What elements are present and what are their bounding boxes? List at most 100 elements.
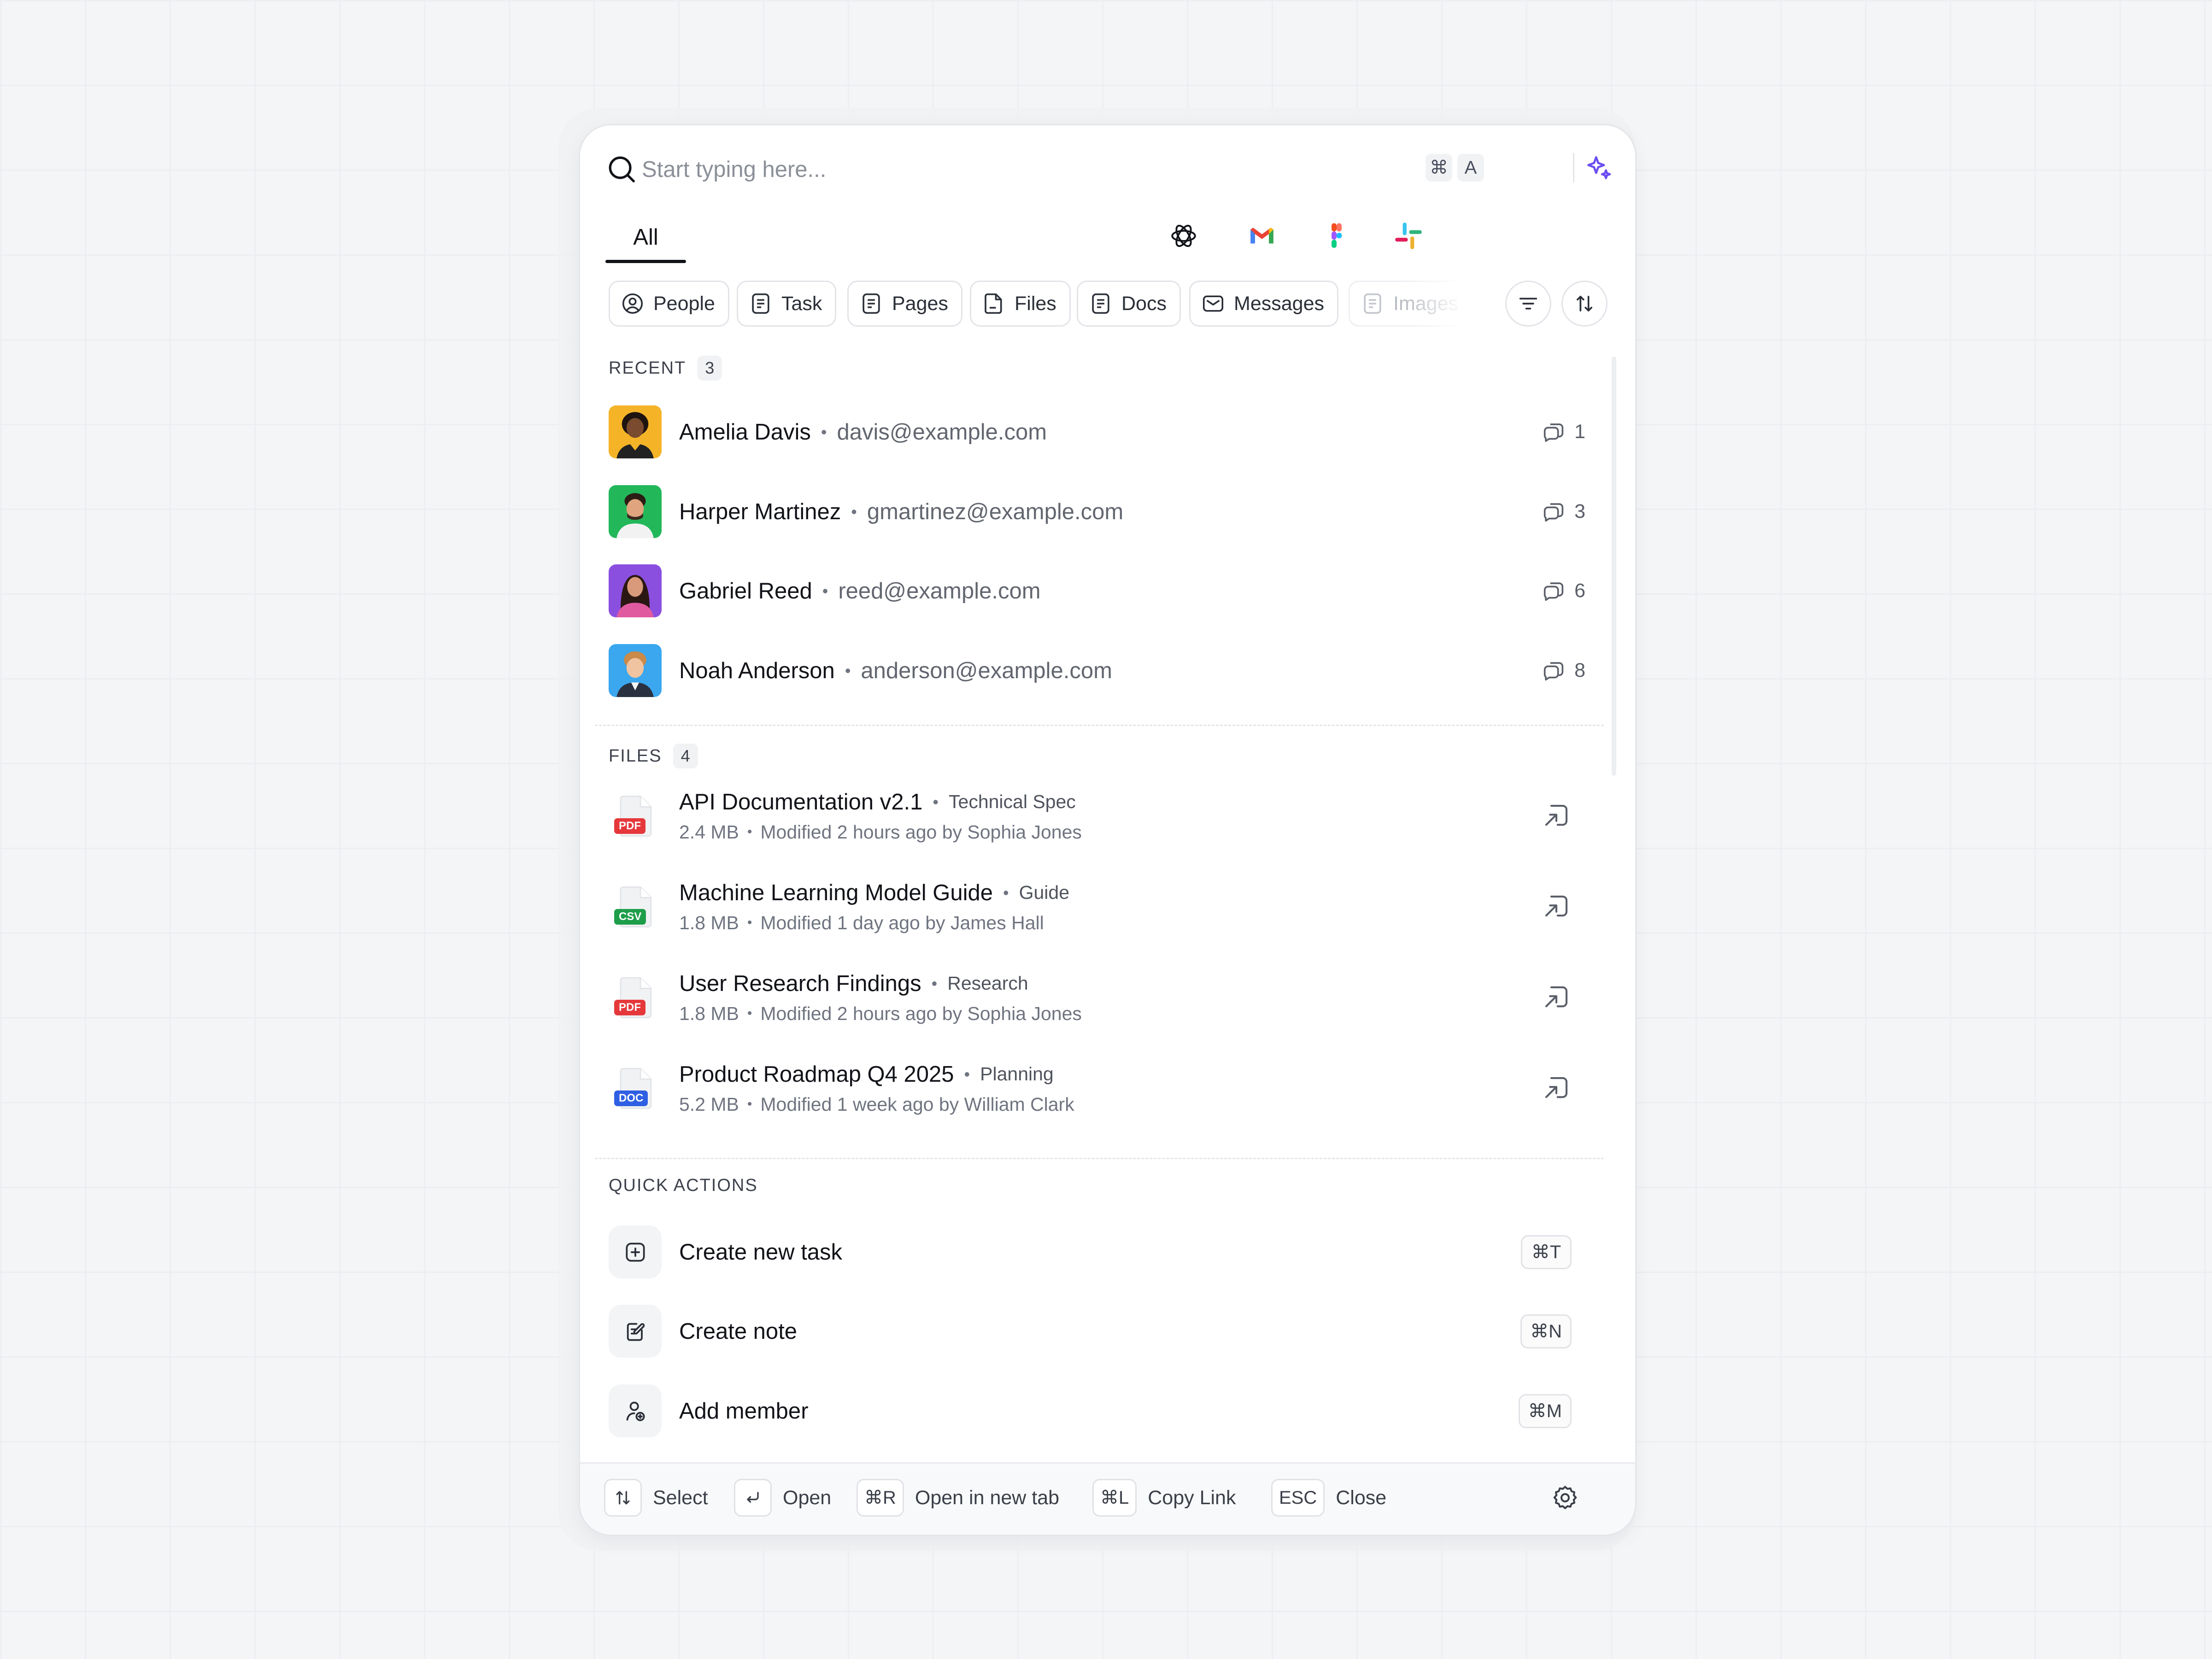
gear-icon[interactable] (1551, 1484, 1579, 1512)
file-icon (985, 293, 1002, 314)
document-icon (1092, 293, 1109, 314)
section-title: RECENT (609, 358, 686, 378)
list-item-person[interactable]: Noah Anderson • anderson@example.com 8 (609, 644, 1585, 697)
quick-action-label: Add member (679, 1398, 809, 1424)
separator-dot: • (822, 581, 828, 600)
file-modified: Modified 2 hours ago by Sophia Jones (760, 821, 1082, 843)
command-palette: ⌘ A All People Task Pages Files Docs Mes… (579, 124, 1637, 1536)
person-name: Harper Martinez (679, 499, 841, 524)
enter-key (734, 1479, 772, 1517)
tab-all[interactable]: All (605, 213, 686, 262)
doc-file-icon: DOC (609, 1062, 662, 1115)
scrollbar[interactable] (1612, 357, 1616, 776)
person-email: gmartinez@example.com (867, 499, 1124, 524)
message-count-value: 6 (1574, 580, 1585, 602)
person-name: Noah Anderson (679, 658, 835, 683)
open-external-icon[interactable] (1541, 801, 1572, 831)
avatar (609, 644, 662, 697)
sort-button[interactable] (1561, 281, 1608, 327)
file-size: 2.4 MB (679, 821, 739, 843)
filter-chip-files[interactable]: Files (970, 281, 1071, 327)
list-item-person[interactable]: Amelia Davis • davis@example.com 1 (609, 405, 1585, 458)
avatar (609, 564, 662, 617)
tab-gmail[interactable] (1244, 217, 1280, 254)
tab-slack[interactable] (1390, 217, 1427, 254)
search-divider (1573, 153, 1574, 182)
message-count-value: 1 (1574, 421, 1585, 443)
filter-label: Task (781, 292, 822, 315)
search-icon (609, 156, 635, 182)
up-down-arrows-icon (616, 1491, 630, 1505)
enter-arrow-icon (747, 1492, 759, 1503)
open-external-icon[interactable] (1541, 891, 1572, 922)
file-type-badge: PDF (614, 818, 645, 834)
figma-icon (1332, 223, 1342, 248)
quick-action-add-member[interactable]: Add member ⌘M (609, 1384, 1585, 1437)
file-modified: Modified 2 hours ago by Sophia Jones (760, 1002, 1082, 1024)
filter-label: People (653, 292, 715, 315)
filter-lines-icon (1519, 298, 1537, 310)
separator-dot: • (747, 824, 752, 839)
quick-action-create-task[interactable]: Create new task ⌘T (609, 1225, 1585, 1278)
filter-chip-task[interactable]: Task (737, 281, 837, 327)
filter-chip-messages[interactable]: Messages (1189, 281, 1338, 327)
active-tab-indicator (605, 260, 686, 263)
chat-bubbles-icon (1543, 662, 1564, 680)
footer-label: Open in new tab (915, 1486, 1060, 1509)
pdf-file-icon: PDF (609, 790, 662, 843)
filter-chip-docs[interactable]: Docs (1077, 281, 1181, 327)
message-count: 1 (1540, 419, 1585, 446)
list-item-file[interactable]: DOC Product Roadmap Q4 2025 • Planning 5… (609, 1054, 1585, 1123)
chat-bubbles-icon (1543, 582, 1564, 601)
filter-chip-pages[interactable]: Pages (847, 281, 962, 327)
up-down-key (604, 1479, 642, 1517)
separator-dot: • (1003, 883, 1009, 902)
gmail-icon (1250, 228, 1273, 244)
list-item-person[interactable]: Harper Martinez • gmartinez@example.com … (609, 485, 1585, 538)
file-size: 1.8 MB (679, 1002, 739, 1024)
separator-dot: • (964, 1064, 970, 1084)
list-item-person[interactable]: Gabriel Reed • reed@example.com 6 (609, 564, 1585, 617)
pdf-file-icon: PDF (609, 971, 662, 1024)
message-count: 6 (1540, 578, 1585, 604)
filter-options-button[interactable] (1505, 281, 1551, 327)
footer-open-hint: Open (734, 1479, 831, 1517)
file-size: 5.2 MB (679, 1093, 739, 1115)
footer-label: Copy Link (1148, 1486, 1236, 1509)
footer-select-hint: Select (604, 1479, 708, 1517)
list-item-file[interactable]: PDF User Research Findings • Research 1.… (609, 963, 1585, 1032)
avatar (609, 485, 662, 538)
separator-dot: • (931, 973, 938, 993)
file-title: User Research Findings (679, 971, 921, 996)
sparkle-icon[interactable] (1583, 152, 1614, 183)
shortcut-key: ⌘R (857, 1479, 904, 1517)
files-count-badge: 4 (673, 744, 698, 768)
filter-chip-people[interactable]: People (609, 281, 729, 327)
search-input[interactable] (641, 149, 1334, 190)
footer-label: Open (783, 1486, 832, 1509)
open-external-icon[interactable] (1541, 982, 1572, 1013)
file-type-badge: DOC (614, 1090, 648, 1106)
document-icon (863, 293, 880, 314)
separator-dot: • (933, 792, 939, 811)
quick-action-create-note[interactable]: Create note ⌘N (609, 1305, 1585, 1358)
filter-label: Pages (892, 292, 948, 315)
open-external-icon[interactable] (1541, 1073, 1572, 1103)
shortcut-key: ⌘L (1092, 1479, 1137, 1517)
separator-dot: • (821, 422, 827, 441)
footer-close-hint: ESC Close (1271, 1479, 1386, 1517)
quick-actions-section-label: QUICK ACTIONS (609, 1176, 758, 1196)
sort-arrows-icon (1576, 295, 1593, 312)
list-item-file[interactable]: PDF API Documentation v2.1 • Technical S… (609, 781, 1585, 850)
file-type-badge: PDF (614, 999, 645, 1015)
tab-openai[interactable] (1165, 217, 1202, 254)
note-edit-icon (609, 1305, 662, 1358)
person-email: davis@example.com (837, 419, 1047, 445)
chat-bubbles-icon (1543, 503, 1564, 522)
shortcut-badge: ⌘M (1518, 1394, 1572, 1428)
file-modified: Modified 1 week ago by William Clark (760, 1093, 1074, 1115)
message-count: 3 (1540, 498, 1585, 525)
tab-figma[interactable] (1318, 217, 1355, 254)
csv-file-icon: CSV (609, 880, 662, 933)
list-item-file[interactable]: CSV Machine Learning Model Guide • Guide… (609, 872, 1585, 941)
